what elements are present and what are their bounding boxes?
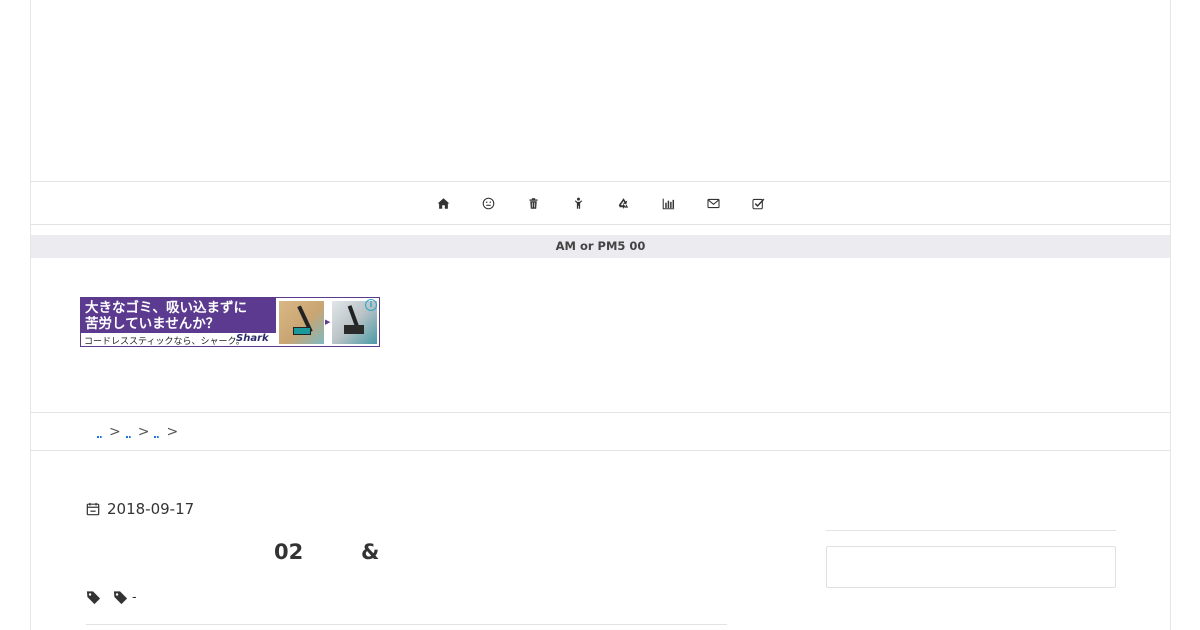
home-icon [437, 197, 449, 209]
tag-link-2[interactable]: - [113, 590, 137, 605]
breadcrumb-link-2[interactable] [125, 435, 131, 438]
envelope-icon [706, 198, 720, 208]
nav-check[interactable] [736, 182, 781, 225]
nav-chart[interactable] [646, 182, 691, 225]
post-date-text: 2018-09-17 [107, 500, 195, 518]
tag-icon [86, 591, 101, 605]
nav-smile[interactable] [466, 182, 511, 225]
ad-subtext: コードレススティックなら、シャーク。 [84, 337, 245, 347]
checkbox-icon [751, 198, 764, 209]
icon-navigation [31, 182, 1170, 225]
post-title-part-2: & [361, 540, 380, 564]
tag-label: - [132, 590, 137, 605]
ad-brand-logo: Shark [236, 333, 269, 344]
smile-icon [482, 197, 494, 209]
post-date: 2018-09-17 [86, 500, 194, 518]
recycle-icon [618, 197, 628, 209]
header-ad-area [31, 0, 1170, 182]
post-title: 02 & [86, 538, 726, 568]
ad-info-icon[interactable]: i [365, 299, 377, 311]
tag-link-1[interactable] [86, 590, 101, 605]
breadcrumb-link-1[interactable] [97, 435, 102, 438]
divider [86, 624, 727, 625]
ad-headline: 大きなゴミ、吸い込まずに 苦労していませんか？ [85, 300, 247, 332]
ad-headline-panel: 大きなゴミ、吸い込まずに 苦労していませんか？ [81, 298, 276, 333]
breadcrumb-separator: > [109, 423, 121, 440]
notice-bar: AM or PM5 00 [31, 235, 1170, 258]
notice-text: AM or PM5 00 [555, 239, 646, 253]
ad-product-image-1 [279, 301, 324, 344]
child-icon [574, 197, 582, 209]
page-container: AM or PM5 00 大きなゴミ、吸い込まずに 苦労していませんか？ コード… [30, 0, 1171, 630]
nav-home[interactable] [421, 182, 466, 225]
ad-banner[interactable]: 大きなゴミ、吸い込まずに 苦労していませんか？ コードレススティックなら、シャー… [80, 297, 380, 347]
sidebar-divider [826, 530, 1116, 531]
breadcrumb-link-3[interactable] [154, 435, 160, 438]
post-title-part-1: 02 [274, 540, 304, 564]
post-tags: - [86, 590, 149, 605]
nav-child[interactable] [556, 182, 601, 225]
breadcrumb-separator: > [137, 423, 150, 440]
breadcrumb: > > > [31, 412, 1170, 451]
nav-trash[interactable] [511, 182, 556, 225]
tag-icon [113, 591, 128, 605]
sidebar-search-input[interactable] [826, 546, 1116, 588]
breadcrumb-separator: > [166, 423, 179, 440]
ad-arrow-icon: ▶ [325, 318, 331, 326]
nav-recycle[interactable] [601, 182, 646, 225]
bar-chart-icon [662, 198, 674, 209]
nav-mail[interactable] [691, 182, 736, 225]
calendar-icon [86, 502, 100, 516]
trash-icon [528, 197, 538, 209]
